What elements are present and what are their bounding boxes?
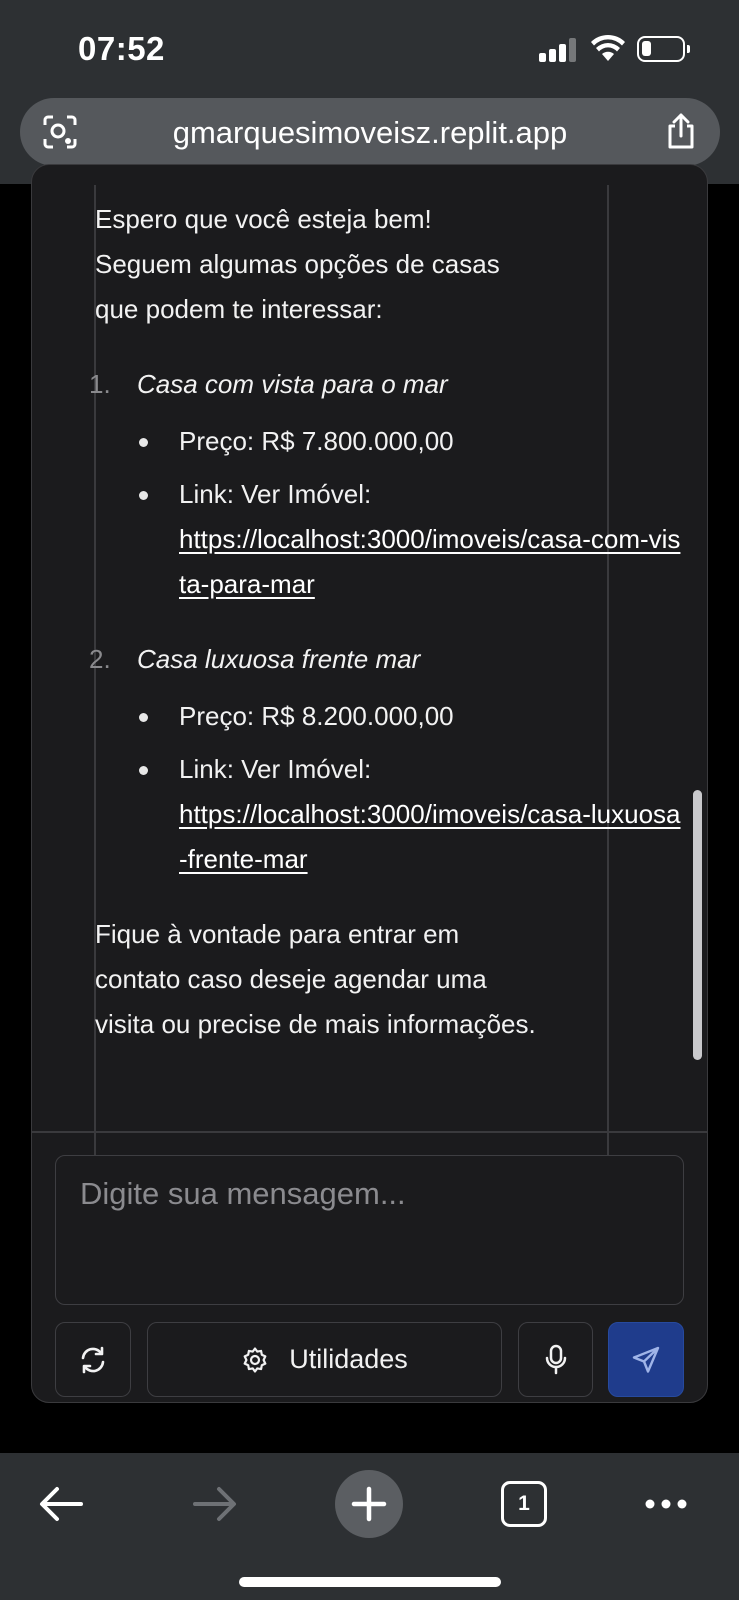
microphone-button[interactable] — [518, 1322, 593, 1397]
wifi-icon — [591, 34, 625, 61]
send-icon — [632, 1346, 660, 1373]
home-indicator — [239, 1577, 501, 1587]
status-time: 07:52 — [78, 30, 165, 67]
message-input[interactable] — [56, 1156, 683, 1304]
property-link[interactable]: https://localhost:3000/imoveis/casa-com-… — [179, 524, 680, 599]
browser-toolbar: 1 — [0, 1453, 739, 1600]
more-menu-button[interactable] — [641, 1479, 691, 1529]
chat-scrollbar[interactable] — [693, 790, 702, 1060]
back-button[interactable] — [36, 1479, 86, 1529]
microphone-icon — [545, 1344, 566, 1374]
cellular-signal-icon — [539, 38, 579, 62]
property-title: Casa luxuosa frente mar — [137, 644, 421, 674]
list-number: 2. — [89, 644, 111, 674]
list-item: 2. Casa luxuosa frente mar Preço: R$ 8.2… — [89, 637, 685, 882]
property-link-row: Link: Ver Imóvel: https://localhost:3000… — [137, 472, 685, 607]
property-title: Casa com vista para o mar — [137, 369, 448, 399]
arrow-right-icon — [193, 1487, 236, 1521]
arrow-left-icon — [40, 1487, 83, 1521]
url-text: gmarquesimoveisz.replit.app — [172, 115, 568, 150]
property-price: Preço: R$ 7.800.000,00 — [137, 419, 685, 464]
list-item: 1. Casa com vista para o mar Preço: R$ 7… — [89, 362, 685, 607]
address-bar[interactable]: gmarquesimoveisz.replit.app — [20, 98, 720, 166]
property-link-row: Link: Ver Imóvel: https://localhost:3000… — [137, 747, 685, 882]
utilities-button[interactable]: Utilidades — [147, 1322, 502, 1397]
gear-icon — [243, 1346, 267, 1373]
plus-icon — [351, 1486, 387, 1522]
new-tab-button[interactable] — [335, 1470, 403, 1538]
list-number: 1. — [89, 369, 111, 399]
share-icon[interactable] — [664, 112, 698, 150]
property-price: Preço: R$ 8.200.000,00 — [137, 694, 685, 739]
utilities-label: Utilidades — [289, 1344, 408, 1374]
more-dots-icon — [645, 1499, 687, 1509]
property-link-label: Link: Ver Imóvel: — [179, 754, 372, 784]
message-intro: Espero que você esteja bem! Seguem algum… — [95, 204, 500, 324]
tab-switcher-button[interactable]: 1 — [501, 1481, 547, 1527]
send-button[interactable] — [608, 1322, 684, 1397]
forward-button[interactable] — [190, 1479, 240, 1529]
message-closing: Fique à vontade para entrar em contato c… — [95, 919, 536, 1039]
assistant-message: Espero que você esteja bem! Seguem algum… — [89, 197, 685, 1047]
message-input-container — [55, 1155, 684, 1305]
property-link[interactable]: https://localhost:3000/imoveis/casa-luxu… — [179, 799, 681, 874]
refresh-button[interactable] — [55, 1322, 131, 1397]
refresh-icon — [81, 1346, 105, 1373]
composer-divider — [31, 1131, 708, 1133]
status-bar: 07:52 — [0, 0, 739, 92]
property-link-label: Link: Ver Imóvel: — [179, 479, 372, 509]
battery-icon — [637, 36, 690, 62]
